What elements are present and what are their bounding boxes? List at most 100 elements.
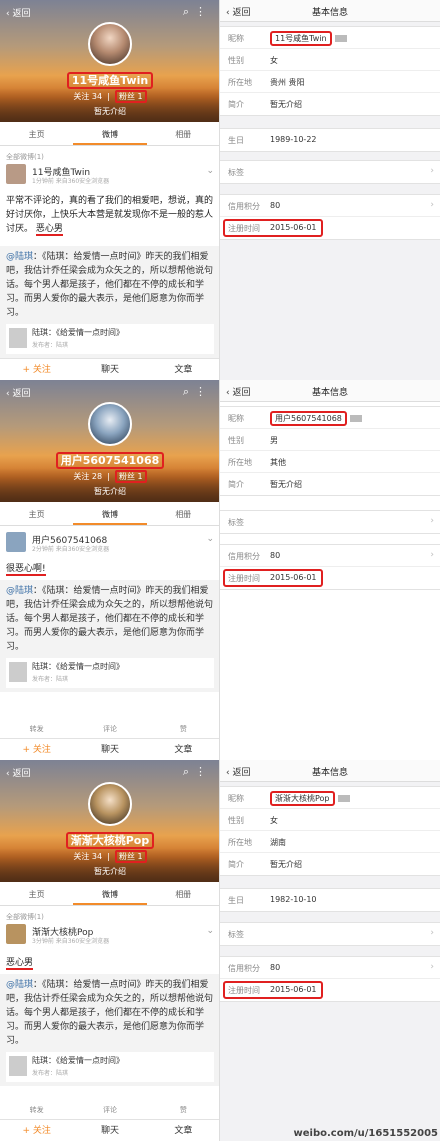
post-text: 恶心男 [6, 956, 214, 970]
article-card[interactable]: 陆琪：《给爱情一点时间》 发布者：陆琪 [6, 1052, 214, 1082]
tab-album[interactable]: 相册 [147, 884, 219, 905]
back-button[interactable]: ‹ 返回 [6, 386, 30, 399]
row-key: 标签 [228, 168, 244, 177]
info-group-tags[interactable]: 标签 › [220, 510, 440, 534]
articles-button[interactable]: 文章 [147, 359, 219, 380]
info-row-credit[interactable]: 信用积分 80 › [220, 195, 440, 217]
repost-text: @陆琪：《陆琪：给爱情一点时间》昨天的我们相爱吧，我估计乔任梁会成为众矢之的，所… [6, 250, 214, 320]
fans-highlight[interactable]: 粉丝 1 [114, 470, 147, 483]
repost-block[interactable]: @陆琪：《陆琪：给爱情一点时间》昨天的我们相爱吧，我估计乔任梁会成为众矢之的，所… [0, 246, 219, 358]
post-text: 很恶心啊! [6, 562, 214, 576]
fans-count: 1 [137, 92, 143, 101]
repost-action[interactable]: 转发 [0, 1105, 73, 1119]
info-row-tags[interactable]: 标签 › [220, 923, 440, 945]
follow-button[interactable]: + 关注 [0, 359, 73, 380]
more-icon[interactable]: ⋮ [195, 5, 212, 18]
info-row-birthday: 生日 1989-10-22 [220, 129, 440, 151]
fans-highlight[interactable]: 粉丝 1 [114, 850, 147, 863]
follow-button[interactable]: + 关注 [0, 1120, 73, 1141]
search-icon[interactable]: ⌕ [183, 385, 195, 398]
info-row-credit[interactable]: 信用积分 80 › [220, 545, 440, 567]
comment-action[interactable]: 评论 [73, 724, 146, 738]
post-avatar[interactable] [6, 924, 26, 944]
screenshot-panel-3: ‹ 返回 ⌕⋮ 渐渐大核桃Pop 关注 34 | 粉丝 1 暂无介绍 主页 微博… [0, 760, 440, 1141]
info-row-nickname: 昵称 渐渐大核桃Pop [220, 787, 440, 809]
mention-link[interactable]: @陆琪 [6, 980, 33, 990]
search-icon[interactable]: ⌕ [183, 5, 195, 18]
info-group-tags[interactable]: 标签 › [220, 922, 440, 946]
info-row-tags[interactable]: 标签 › [220, 511, 440, 533]
repost-action[interactable]: 转发 [0, 724, 73, 738]
mention-link[interactable]: @陆琪 [6, 252, 33, 262]
like-action[interactable]: 赞 [147, 724, 219, 738]
back-button[interactable]: ‹ 返回 [6, 766, 30, 779]
article-title: 陆琪：《给爱情一点时间》 [32, 1056, 124, 1065]
chat-button[interactable]: 聊天 [73, 1120, 146, 1141]
articles-button[interactable]: 文章 [147, 739, 219, 760]
tab-album[interactable]: 相册 [147, 124, 219, 145]
tab-album[interactable]: 相册 [147, 504, 219, 525]
info-group-tags[interactable]: 标签 › [220, 160, 440, 184]
nickname-highlight: 11号咸鱼Twin [270, 31, 332, 46]
follow-stats: 关注 34 | 粉丝 1 [0, 90, 219, 103]
chevron-down-icon[interactable]: ⌄ [206, 534, 214, 544]
fans-highlight[interactable]: 粉丝 1 [114, 90, 147, 103]
avatar[interactable] [88, 782, 132, 826]
chevron-right-icon: › [430, 200, 434, 210]
mention-link[interactable]: @陆琪 [6, 586, 33, 596]
articles-button[interactable]: 文章 [147, 1120, 219, 1141]
like-action[interactable]: 赞 [147, 1105, 219, 1119]
profile-page: ‹ 返回 ⌕⋮ 渐渐大核桃Pop 关注 34 | 粉丝 1 暂无介绍 主页 微博… [0, 760, 220, 1141]
post-avatar[interactable] [6, 532, 26, 552]
info-row-tags[interactable]: 标签 › [220, 161, 440, 183]
more-icon[interactable]: ⋮ [195, 765, 212, 778]
tab-weibo[interactable]: 微博 [73, 124, 147, 145]
article-publisher: 发布者：陆琪 [32, 676, 69, 683]
avatar[interactable] [88, 22, 132, 66]
comment-action[interactable]: 评论 [73, 1105, 146, 1119]
tab-home[interactable]: 主页 [0, 884, 73, 905]
tab-home[interactable]: 主页 [0, 504, 73, 525]
post-time: 3分钟前 来自360安全浏览器 [32, 938, 110, 945]
row-value: 2015-06-01 [270, 223, 317, 232]
tab-weibo[interactable]: 微博 [73, 504, 147, 525]
row-key: 所在地 [228, 78, 252, 87]
header-icons: ⌕⋮ [183, 765, 212, 779]
repost-block[interactable]: @陆琪：《陆琪：给爱情一点时间》昨天的我们相爱吧，我估计乔任梁会成为众矢之的，所… [0, 580, 219, 692]
chat-button[interactable]: 聊天 [73, 359, 146, 380]
chevron-right-icon: › [430, 516, 434, 526]
follow-button[interactable]: + 关注 [0, 739, 73, 760]
post-header: 渐渐大核桃Pop 3分钟前 来自360安全浏览器 ⌄ [6, 924, 214, 948]
chevron-down-icon[interactable]: ⌄ [206, 926, 214, 936]
article-card[interactable]: 陆琪：《给爱情一点时间》 发布者：陆琪 [6, 658, 214, 688]
back-button[interactable]: ‹ 返回 [6, 6, 30, 19]
avatar[interactable] [88, 402, 132, 446]
chevron-right-icon: › [430, 962, 434, 972]
nickname-highlight: 渐渐大核桃Pop [270, 791, 335, 806]
following-count[interactable]: 34 [92, 852, 102, 861]
following-count[interactable]: 28 [92, 472, 102, 481]
info-row-credit[interactable]: 信用积分 80 › [220, 957, 440, 979]
fans-label: 粉丝 [118, 472, 135, 481]
more-icon[interactable]: ⋮ [195, 385, 212, 398]
row-key: 注册时间 [228, 574, 260, 583]
nickname-highlight: 11号咸鱼Twin [66, 72, 154, 89]
chat-button[interactable]: 聊天 [73, 739, 146, 760]
following-count[interactable]: 34 [92, 92, 102, 101]
repost-text: @陆琪：《陆琪：给爱情一点时间》昨天的我们相爱吧，我估计乔任梁会成为众矢之的，所… [6, 978, 214, 1048]
info-group-birthday: 生日 1989-10-22 [220, 128, 440, 152]
chevron-down-icon[interactable]: ⌄ [206, 166, 214, 176]
tab-home[interactable]: 主页 [0, 124, 73, 145]
row-value: 1982-10-10 [270, 895, 317, 904]
repost-block[interactable]: @陆琪：《陆琪：给爱情一点时间》昨天的我们相爱吧，我估计乔任梁会成为众矢之的，所… [0, 974, 219, 1086]
info-row-location: 所在地 湖南 [220, 831, 440, 853]
search-icon[interactable]: ⌕ [183, 765, 195, 778]
bottom-bar: + 关注 聊天 文章 [0, 1119, 219, 1141]
row-value: 暂无介绍 [270, 860, 302, 869]
post-avatar[interactable] [6, 164, 26, 184]
following-label[interactable]: 关注 [73, 92, 89, 101]
following-label[interactable]: 关注 [73, 472, 89, 481]
article-card[interactable]: 陆琪：《给爱情一点时间》 发布者：陆琪 [6, 324, 214, 354]
tab-weibo[interactable]: 微博 [73, 884, 147, 905]
following-label[interactable]: 关注 [73, 852, 89, 861]
